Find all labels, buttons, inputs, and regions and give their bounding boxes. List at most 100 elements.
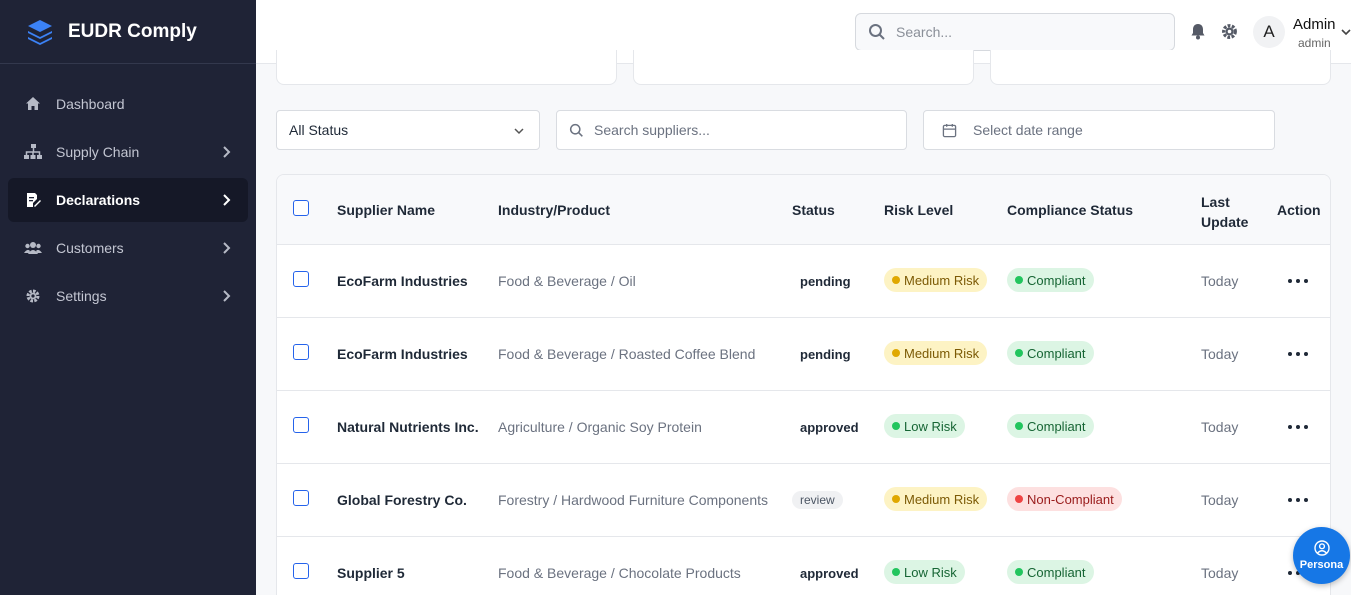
compliance-badge: Compliant (1007, 268, 1094, 292)
industry-product: Food & Beverage / Roasted Coffee Blend (498, 346, 756, 362)
date-range-picker[interactable]: Select date range (923, 110, 1275, 150)
industry-product: Agriculture / Organic Soy Protein (498, 419, 702, 435)
sidebar-item-label: Customers (56, 240, 124, 256)
supplier-name[interactable]: Global Forestry Co. (337, 492, 467, 508)
risk-badge: Low Risk (884, 414, 965, 438)
sidebar-item-dashboard[interactable]: Dashboard (8, 82, 248, 126)
row-checkbox[interactable] (293, 271, 309, 287)
last-update: Today (1201, 492, 1239, 508)
sitemap-icon (24, 143, 42, 161)
col-action: Action (1277, 202, 1321, 218)
chevron-down-icon (514, 128, 524, 135)
settings-gear-icon[interactable] (1220, 22, 1238, 40)
col-compliance-status[interactable]: Compliance Status (1007, 202, 1133, 218)
sidebar: EUDR Comply Dashboard Supply Chain Decla… (0, 0, 256, 595)
table-row[interactable]: Supplier 5 Food & Beverage / Chocolate P… (277, 537, 1330, 595)
supplier-name[interactable]: EcoFarm Industries (337, 273, 468, 289)
status-text: pending (800, 274, 851, 289)
compliance-badge: Compliant (1007, 341, 1094, 365)
more-actions-icon[interactable] (1288, 351, 1308, 357)
supplier-name[interactable]: EcoFarm Industries (337, 346, 468, 362)
sidebar-item-customers[interactable]: Customers (8, 226, 248, 270)
risk-badge: Medium Risk (884, 341, 988, 365)
last-update: Today (1201, 419, 1239, 435)
chevron-right-icon (223, 290, 231, 302)
more-actions-icon[interactable] (1288, 424, 1308, 430)
compliance-badge: Non-Compliant (1007, 487, 1122, 511)
col-industry-product[interactable]: Industry/Product (498, 202, 610, 218)
calendar-icon (942, 123, 957, 137)
sidebar-nav: Dashboard Supply Chain Declarations Cust… (0, 64, 256, 318)
last-update: Today (1201, 565, 1239, 581)
col-status[interactable]: Status (792, 202, 835, 218)
table-body: EcoFarm Industries Food & Beverage / Oil… (277, 245, 1330, 595)
home-icon (24, 95, 42, 113)
last-update: Today (1201, 346, 1239, 362)
chevron-right-icon (223, 242, 231, 254)
users-icon (24, 239, 42, 257)
more-actions-icon[interactable] (1288, 497, 1308, 503)
persona-label: Persona (1299, 559, 1344, 571)
industry-product: Food & Beverage / Oil (498, 273, 636, 289)
row-checkbox[interactable] (293, 344, 309, 360)
table-row[interactable]: EcoFarm Industries Food & Beverage / Roa… (277, 318, 1330, 391)
user-name[interactable]: Admin (1293, 16, 1336, 33)
industry-product: Forestry / Hardwood Furniture Components (498, 492, 768, 508)
risk-badge: Medium Risk (884, 487, 988, 511)
user-circle-icon (1313, 540, 1330, 556)
risk-badge: Medium Risk (884, 268, 988, 292)
status-pill: review (792, 491, 843, 509)
col-last-update[interactable]: Last Update (1201, 192, 1257, 232)
sidebar-item-label: Settings (56, 288, 107, 304)
sidebar-item-label: Dashboard (56, 96, 125, 112)
sidebar-item-declarations[interactable]: Declarations (8, 178, 248, 222)
status-text: approved (800, 566, 859, 581)
bell-icon[interactable] (1189, 22, 1207, 40)
table-row[interactable]: EcoFarm Industries Food & Beverage / Oil… (277, 245, 1330, 318)
table-row[interactable]: Global Forestry Co. Forestry / Hardwood … (277, 464, 1330, 537)
col-supplier-name[interactable]: Supplier Name (337, 202, 435, 218)
compliance-badge: Compliant (1007, 560, 1094, 584)
supplier-search-placeholder: Search suppliers... (594, 122, 710, 138)
layers-logo-icon (28, 19, 52, 45)
brand[interactable]: EUDR Comply (0, 0, 256, 64)
more-actions-icon[interactable] (1288, 278, 1308, 284)
chevron-right-icon (223, 146, 231, 158)
chevron-right-icon (223, 194, 231, 206)
row-checkbox[interactable] (293, 417, 309, 433)
status-filter-value: All Status (289, 122, 349, 138)
row-checkbox[interactable] (293, 563, 309, 579)
search-icon (869, 24, 885, 40)
row-checkbox[interactable] (293, 490, 309, 506)
sidebar-item-settings[interactable]: Settings (8, 274, 248, 318)
sidebar-item-label: Supply Chain (56, 144, 140, 160)
search-icon (569, 123, 583, 137)
chevron-down-icon[interactable] (1339, 25, 1351, 39)
user-role: admin (1298, 36, 1331, 50)
brand-name: EUDR Comply (68, 20, 197, 42)
table-row[interactable]: Natural Nutrients Inc. Agriculture / Org… (277, 391, 1330, 464)
gear-icon (24, 287, 42, 305)
col-risk-level[interactable]: Risk Level (884, 202, 953, 218)
last-update: Today (1201, 273, 1239, 289)
persona-fab-button[interactable]: Persona (1293, 527, 1350, 584)
risk-badge: Low Risk (884, 560, 965, 584)
stat-card (276, 50, 617, 85)
select-all-checkbox[interactable] (293, 200, 309, 216)
sidebar-item-supply-chain[interactable]: Supply Chain (8, 130, 248, 174)
stat-card (633, 50, 974, 85)
global-search[interactable] (855, 13, 1175, 51)
avatar[interactable]: A (1253, 16, 1285, 48)
table-header: Supplier Name Industry/Product Status Ri… (277, 175, 1330, 245)
suppliers-table: Supplier Name Industry/Product Status Ri… (276, 174, 1331, 595)
status-text: pending (800, 347, 851, 362)
supplier-name[interactable]: Supplier 5 (337, 565, 405, 581)
document-edit-icon (24, 191, 42, 209)
supplier-search-field[interactable]: Search suppliers... (556, 110, 907, 150)
supplier-name[interactable]: Natural Nutrients Inc. (337, 419, 479, 435)
date-range-placeholder: Select date range (973, 122, 1083, 138)
compliance-badge: Compliant (1007, 414, 1094, 438)
status-filter-select[interactable]: All Status (276, 110, 540, 150)
status-text: approved (800, 420, 859, 435)
search-input[interactable] (896, 24, 1156, 40)
